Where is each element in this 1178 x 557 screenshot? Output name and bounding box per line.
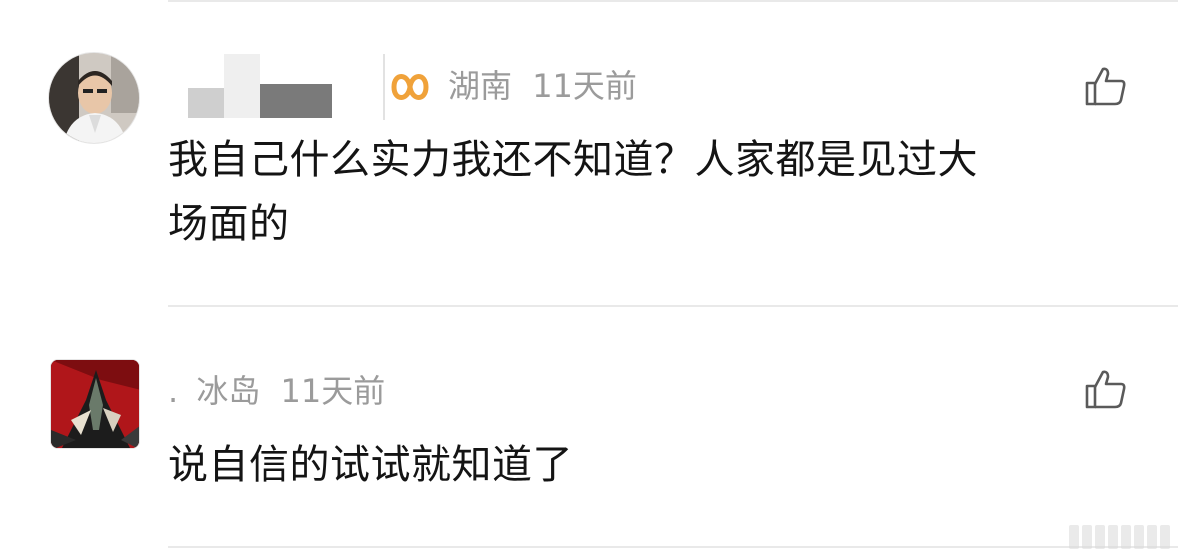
thumbs-up-icon (1085, 370, 1126, 409)
watermark-bar (1160, 525, 1170, 549)
watermark-bar (1082, 525, 1092, 549)
mask-block (188, 88, 224, 118)
comment-text-line: 场面的 (168, 201, 290, 247)
mask-block (224, 54, 260, 118)
infinity-badge-icon[interactable] (388, 67, 432, 107)
comment-meta: . 冰岛 11天前 (168, 371, 385, 411)
comment-text-line: 说自信的试试就知道了 (168, 442, 573, 488)
watermark-bar (1095, 525, 1105, 549)
comment-text-line: 我自己什么实力我还不知道？人家都是见过大 (168, 137, 978, 183)
bottom-divider (168, 546, 1178, 548)
location-text: 冰岛 (196, 372, 261, 410)
username-text[interactable]: . (168, 372, 178, 410)
watermark-bar (1121, 525, 1131, 549)
watermark-bar (1069, 525, 1079, 549)
comment-text: 我自己什么实力我还不知道？人家都是见过大 场面的 (168, 128, 1138, 256)
watermark-bar (1108, 525, 1118, 549)
watermark-bar (1147, 525, 1157, 549)
comment-meta: 湖南 11天前 (448, 66, 637, 106)
comment-item: 湖南 11天前 我自己什么实力我还不知道？人家都是见过大 场面的 (0, 0, 1178, 306)
avatar[interactable] (48, 52, 140, 144)
location-text: 湖南 (448, 67, 513, 105)
comment-text: 说自信的试试就知道了 (168, 433, 1138, 497)
like-button[interactable] (1084, 64, 1128, 108)
mask-block (260, 84, 332, 118)
name-separator (383, 54, 385, 120)
comment-item: . 冰岛 11天前 说自信的试试就知道了 (0, 307, 1178, 547)
avatar-artwork-icon (51, 360, 139, 448)
watermark-bar (1134, 525, 1144, 549)
avatar-portrait-icon (49, 53, 139, 143)
time-text: 11天前 (532, 67, 637, 105)
watermark (1069, 525, 1170, 549)
username-masked[interactable] (188, 54, 384, 118)
mask-block (332, 90, 384, 118)
thumbs-up-icon (1085, 67, 1126, 106)
like-button[interactable] (1084, 367, 1128, 411)
avatar[interactable] (50, 359, 140, 449)
time-text: 11天前 (280, 372, 386, 410)
